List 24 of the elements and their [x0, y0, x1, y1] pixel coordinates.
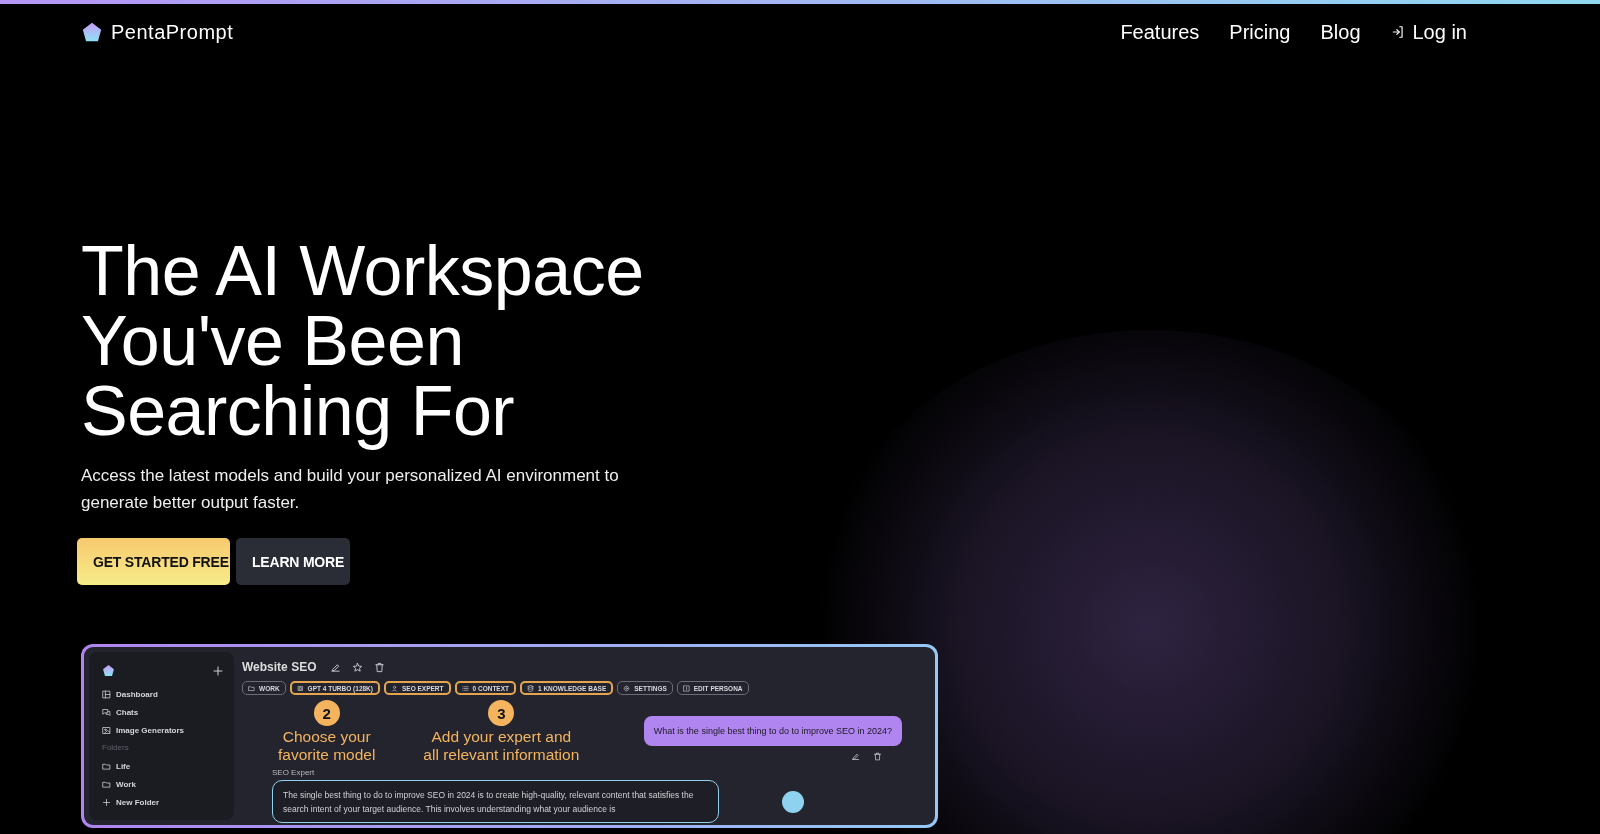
nav-link[interactable]: Features: [1120, 20, 1200, 44]
folder-item[interactable]: Work: [102, 775, 224, 793]
step-caption: Choose your favorite model: [278, 728, 376, 764]
step-number: 2: [313, 700, 340, 726]
response-label: SEO Expert: [272, 768, 316, 777]
step-caption: Add your expert and all relevant information: [423, 728, 580, 764]
sidebar-item[interactable]: Dashboard: [102, 685, 224, 703]
new-folder-link[interactable]: New Folder: [102, 793, 224, 811]
login-link[interactable]: Log in: [1390, 20, 1467, 44]
sidebar-item[interactable]: Image Generators: [102, 721, 224, 739]
nav-link[interactable]: Pricing: [1229, 20, 1291, 44]
response-text: The single best thing to do to improve SEO in 2024 is to create high-quality, relevant content that satisfies the search intent of your target audience. This involves understanding what your audience is: [283, 789, 695, 816]
logo-link[interactable]: PentaPrompt: [81, 20, 234, 44]
sidebar-heading: Folders: [102, 742, 130, 754]
chat-title: Website SEO: [242, 660, 317, 674]
learn-more-button[interactable]: LEARN MORE: [236, 538, 350, 585]
nav-link[interactable]: Blog: [1320, 20, 1361, 44]
folder-item[interactable]: Life: [102, 757, 224, 775]
get-started-button[interactable]: GET STARTED FREE: [77, 538, 230, 585]
step-number: 3: [488, 700, 515, 726]
user-message: What is the single best thing to do to improve SEO in 2024?: [643, 716, 902, 746]
logo-text: PentaPrompt: [111, 20, 234, 44]
sidebar-item[interactable]: Chats: [102, 703, 224, 721]
hero-subtitle: Access the latest models and build your personalized AI environment to generate better output faster.: [81, 465, 620, 514]
